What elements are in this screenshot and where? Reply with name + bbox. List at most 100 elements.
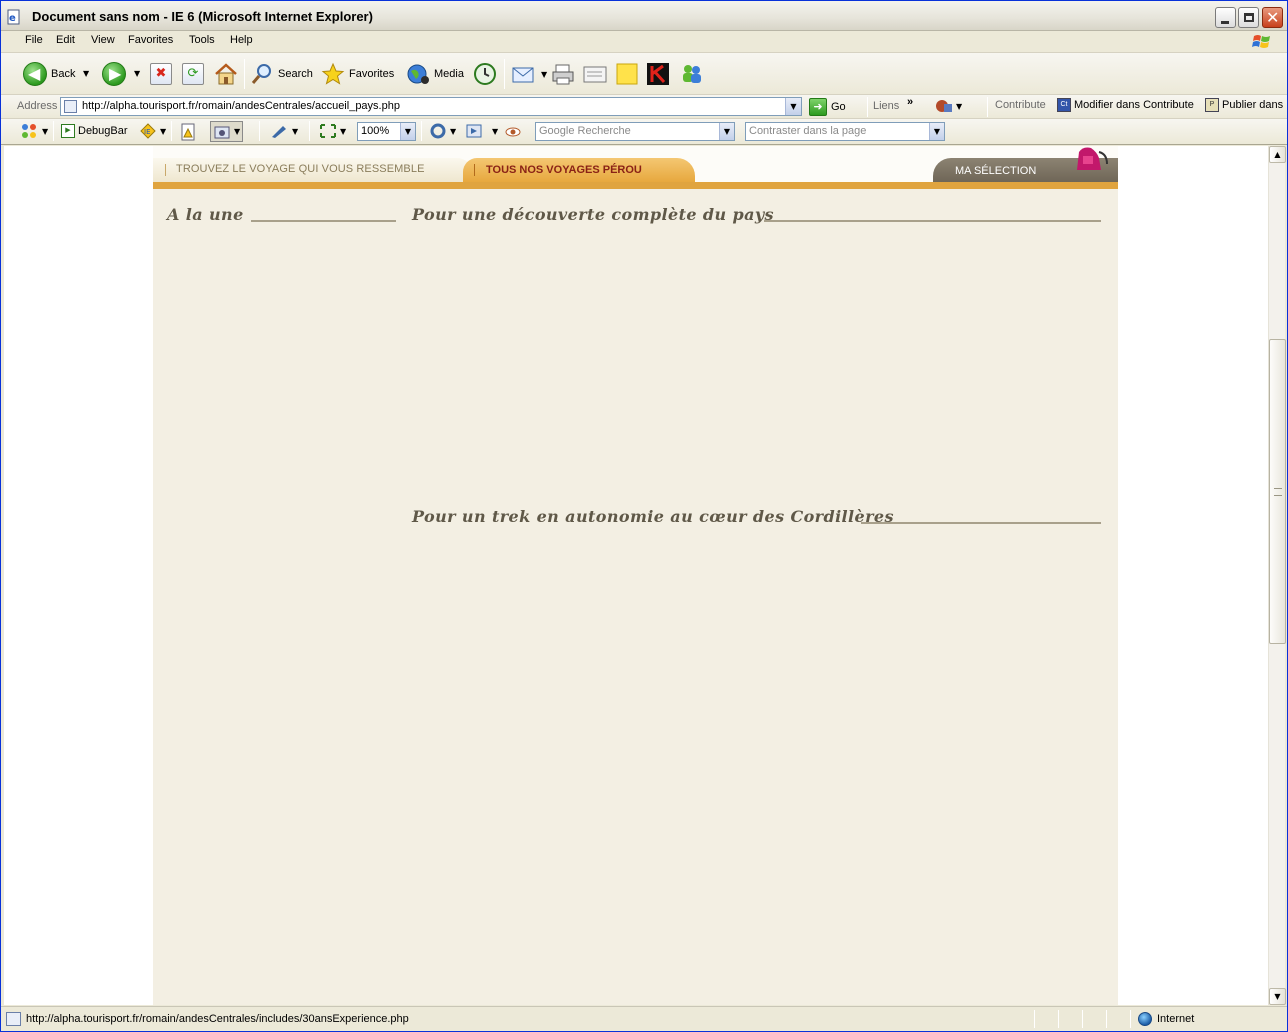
tab-divider: [165, 164, 166, 176]
browser-window: e Document sans nom - IE 6 (Microsoft In…: [0, 0, 1288, 1032]
address-dropdown-icon[interactable]: ▼: [785, 98, 801, 115]
links-chevron-icon[interactable]: »: [907, 96, 913, 108]
publish-label: Publier dans: [1222, 99, 1284, 111]
kaspersky-button[interactable]: [646, 59, 670, 89]
scroll-down-button[interactable]: ▼: [1269, 988, 1286, 1005]
search-icon: [251, 64, 271, 84]
snapshot-button[interactable]: ▼: [210, 121, 244, 142]
media-button[interactable]: Media: [406, 59, 464, 89]
tab-all-peru-trips[interactable]: TOUS NOS VOYAGES PÉROU: [463, 158, 695, 182]
apps-button[interactable]: ▼: [21, 123, 48, 139]
google-search-input[interactable]: Google Recherche ▼: [535, 122, 735, 141]
developer-toolbar: ▼ ▶ DebugBar IE ▼ ▼ ▼ ▼ 100% ▼ ▼ ▼ Googl…: [1, 119, 1287, 145]
contrast-search-placeholder: Contraster dans la page: [749, 125, 867, 137]
vertical-scrollbar[interactable]: ▲ ▼: [1268, 146, 1286, 1005]
favorites-star-icon: [321, 62, 345, 85]
scroll-up-button[interactable]: ▲: [1269, 146, 1286, 163]
address-url[interactable]: http://alpha.tourisport.fr/romain/andesC…: [82, 100, 400, 112]
ie-options-button[interactable]: IE ▼: [139, 123, 166, 139]
forward-button[interactable]: ▶: [102, 59, 126, 89]
translate-button[interactable]: ▼: [465, 123, 498, 139]
back-button[interactable]: ◀ Back: [23, 59, 75, 89]
toolbar-separator: [259, 121, 260, 141]
close-button[interactable]: ✕: [1262, 7, 1283, 28]
menu-help[interactable]: Help: [230, 34, 253, 46]
mail-button[interactable]: ▼: [511, 59, 547, 89]
contribute-tools-button[interactable]: ▼: [935, 98, 962, 114]
contrast-search-input[interactable]: Contraster dans la page ▼: [745, 122, 945, 141]
page-viewport: TROUVEZ LE VOYAGE QUI VOUS RESSEMBLE TOU…: [4, 146, 1268, 1005]
modify-in-contribute-button[interactable]: Ct Modifier dans Contribute: [1057, 98, 1194, 112]
mail-dropdown-icon: ▼: [541, 69, 548, 79]
google-g-icon: [430, 123, 446, 139]
stop-button[interactable]: ✖: [150, 59, 172, 89]
contrast-search-dropdown-icon[interactable]: ▼: [929, 123, 944, 140]
menu-favorites[interactable]: Favorites: [128, 34, 173, 46]
status-pane-divider: [1058, 1010, 1059, 1028]
svg-text:IE: IE: [144, 128, 151, 136]
tab-peru-label: TOUS NOS VOYAGES PÉROU: [486, 164, 642, 176]
favorites-button[interactable]: Favorites: [321, 59, 394, 89]
zoom-select[interactable]: 100% ▼: [357, 122, 416, 141]
messenger-button[interactable]: [679, 59, 705, 89]
google-button[interactable]: ▼: [429, 123, 456, 139]
section-title-featured: A la une: [167, 205, 244, 224]
go-button[interactable]: ➜ Go: [809, 98, 846, 116]
standard-toolbar: ◀ Back ▼ ▶ ▼ ✖ ⟳ Search Favorites Media …: [1, 53, 1287, 95]
minimize-button[interactable]: [1215, 7, 1236, 28]
warning-page-icon[interactable]: [179, 123, 197, 141]
forward-arrow-icon: ▶: [102, 62, 126, 86]
contribute-tools-icon: [936, 100, 952, 112]
messenger-icon: [683, 65, 701, 83]
back-arrow-icon: ◀: [23, 62, 47, 86]
chevron-up-icon: ▲: [1274, 150, 1281, 159]
history-clock-icon: [474, 63, 496, 85]
contribute-label: Contribute: [995, 99, 1046, 111]
section-title-discovery: Pour une découverte complète du pays: [412, 205, 774, 224]
status-bar: http://alpha.tourisport.fr/romain/andesC…: [1, 1006, 1287, 1031]
resize-arrows-icon: [320, 124, 336, 138]
publish-in-button[interactable]: P Publier dans: [1205, 98, 1283, 112]
refresh-icon: ⟳: [182, 63, 204, 85]
pen-dropdown-icon: ▼: [292, 126, 299, 136]
address-input[interactable]: http://alpha.tourisport.fr/romain/andesC…: [60, 97, 802, 116]
back-dropdown-icon[interactable]: ▼: [83, 69, 89, 78]
forward-dropdown-icon[interactable]: ▼: [134, 69, 140, 78]
resize-button[interactable]: ▼: [319, 123, 346, 139]
scroll-thumb[interactable]: [1269, 339, 1286, 644]
menu-edit[interactable]: Edit: [56, 34, 75, 46]
translate-icon: [466, 124, 482, 138]
pen-tool-button[interactable]: ▼: [269, 123, 298, 139]
zoom-dropdown-icon[interactable]: ▼: [400, 123, 415, 140]
toolbar-separator: [53, 121, 54, 141]
media-globe-icon: [407, 64, 429, 84]
tab-find-your-trip[interactable]: TROUVEZ LE VOYAGE QUI VOUS RESSEMBLE: [153, 158, 473, 182]
google-search-dropdown-icon[interactable]: ▼: [719, 123, 734, 140]
menu-file[interactable]: File: [25, 34, 43, 46]
note-button[interactable]: [615, 59, 639, 89]
apps-dropdown-icon: ▼: [42, 126, 49, 136]
home-button[interactable]: [213, 59, 239, 89]
kaspersky-icon: [647, 63, 669, 85]
restore-button[interactable]: [1238, 7, 1259, 28]
eye-icon[interactable]: [504, 123, 522, 141]
toolbar-separator: [421, 121, 422, 141]
search-button[interactable]: Search: [250, 59, 313, 89]
print-button[interactable]: [550, 59, 576, 89]
links-label[interactable]: Liens: [873, 100, 899, 112]
menu-tools[interactable]: Tools: [189, 34, 215, 46]
address-label: Address: [17, 100, 58, 112]
edit-button[interactable]: [582, 59, 608, 89]
menu-view[interactable]: View: [91, 34, 115, 46]
status-pane-divider: [1034, 1010, 1035, 1028]
security-zone: Internet: [1138, 1012, 1194, 1026]
refresh-button[interactable]: ⟳: [182, 59, 204, 89]
status-pane-divider: [1130, 1010, 1131, 1028]
contribute-app-icon: Ct: [1057, 98, 1071, 112]
resize-dropdown-icon: ▼: [340, 126, 347, 136]
apps-grid-icon: [22, 124, 36, 138]
history-button[interactable]: [473, 59, 497, 89]
debugbar-button[interactable]: ▶ DebugBar: [61, 124, 128, 138]
google-search-placeholder: Google Recherche: [539, 125, 631, 137]
minimize-icon: [1221, 21, 1229, 24]
